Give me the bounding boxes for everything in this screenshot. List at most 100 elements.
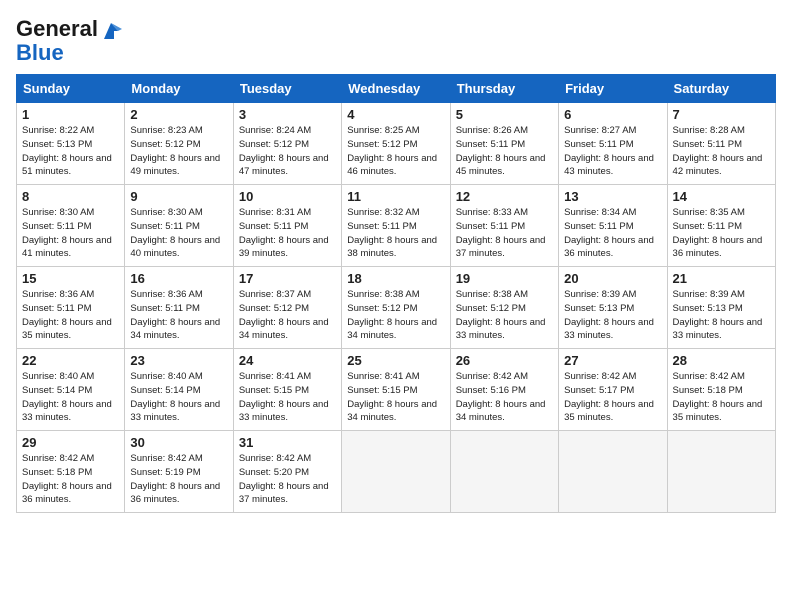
day-number: 12 (456, 189, 553, 204)
day-number: 17 (239, 271, 336, 286)
cell-info: Sunrise: 8:36 AMSunset: 5:11 PMDaylight:… (130, 288, 227, 343)
day-number: 19 (456, 271, 553, 286)
cell-info: Sunrise: 8:22 AMSunset: 5:13 PMDaylight:… (22, 124, 119, 179)
calendar-cell: 29 Sunrise: 8:42 AMSunset: 5:18 PMDayligh… (17, 431, 125, 513)
calendar-cell: 25 Sunrise: 8:41 AMSunset: 5:15 PMDayligh… (342, 349, 450, 431)
cell-info: Sunrise: 8:27 AMSunset: 5:11 PMDaylight:… (564, 124, 661, 179)
calendar-cell: 26 Sunrise: 8:42 AMSunset: 5:16 PMDayligh… (450, 349, 558, 431)
day-header-thursday: Thursday (450, 75, 558, 103)
calendar-cell: 20 Sunrise: 8:39 AMSunset: 5:13 PMDayligh… (559, 267, 667, 349)
cell-info: Sunrise: 8:31 AMSunset: 5:11 PMDaylight:… (239, 206, 336, 261)
day-number: 31 (239, 435, 336, 450)
cell-info: Sunrise: 8:24 AMSunset: 5:12 PMDaylight:… (239, 124, 336, 179)
calendar-cell (450, 431, 558, 513)
cell-info: Sunrise: 8:42 AMSunset: 5:20 PMDaylight:… (239, 452, 336, 507)
cell-info: Sunrise: 8:38 AMSunset: 5:12 PMDaylight:… (456, 288, 553, 343)
cell-info: Sunrise: 8:38 AMSunset: 5:12 PMDaylight:… (347, 288, 444, 343)
day-number: 13 (564, 189, 661, 204)
calendar-cell: 11 Sunrise: 8:32 AMSunset: 5:11 PMDayligh… (342, 185, 450, 267)
calendar-cell: 27 Sunrise: 8:42 AMSunset: 5:17 PMDayligh… (559, 349, 667, 431)
week-row-4: 22 Sunrise: 8:40 AMSunset: 5:14 PMDayligh… (17, 349, 776, 431)
cell-info: Sunrise: 8:39 AMSunset: 5:13 PMDaylight:… (673, 288, 770, 343)
cell-info: Sunrise: 8:30 AMSunset: 5:11 PMDaylight:… (22, 206, 119, 261)
calendar-cell: 4Sunrise: 8:25 AMSunset: 5:12 PMDaylight… (342, 103, 450, 185)
cell-info: Sunrise: 8:42 AMSunset: 5:16 PMDaylight:… (456, 370, 553, 425)
cell-info: Sunrise: 8:34 AMSunset: 5:11 PMDaylight:… (564, 206, 661, 261)
calendar-cell: 10 Sunrise: 8:31 AMSunset: 5:11 PMDayligh… (233, 185, 341, 267)
cell-info: Sunrise: 8:36 AMSunset: 5:11 PMDaylight:… (22, 288, 119, 343)
calendar-cell: 8 Sunrise: 8:30 AMSunset: 5:11 PMDaylight… (17, 185, 125, 267)
calendar-cell: 5 Sunrise: 8:26 AMSunset: 5:11 PMDaylight… (450, 103, 558, 185)
day-number: 5 (456, 107, 553, 122)
cell-info: Sunrise: 8:35 AMSunset: 5:11 PMDaylight:… (673, 206, 770, 261)
day-number: 28 (673, 353, 770, 368)
day-header-monday: Monday (125, 75, 233, 103)
cell-info: Sunrise: 8:41 AMSunset: 5:15 PMDaylight:… (347, 370, 444, 425)
cell-info: Sunrise: 8:42 AMSunset: 5:18 PMDaylight:… (673, 370, 770, 425)
day-number: 16 (130, 271, 227, 286)
calendar-cell: 1 Sunrise: 8:22 AMSunset: 5:13 PMDaylight… (17, 103, 125, 185)
day-number: 29 (22, 435, 119, 450)
day-number: 24 (239, 353, 336, 368)
day-number: 14 (673, 189, 770, 204)
logo-general: General (16, 16, 98, 42)
calendar-cell: 12 Sunrise: 8:33 AMSunset: 5:11 PMDayligh… (450, 185, 558, 267)
week-row-5: 29 Sunrise: 8:42 AMSunset: 5:18 PMDayligh… (17, 431, 776, 513)
logo: General Blue (16, 16, 122, 66)
day-header-sunday: Sunday (17, 75, 125, 103)
day-number: 7 (673, 107, 770, 122)
day-number: 1 (22, 107, 119, 122)
cell-info: Sunrise: 8:42 AMSunset: 5:19 PMDaylight:… (130, 452, 227, 507)
cell-info: Sunrise: 8:42 AMSunset: 5:18 PMDaylight:… (22, 452, 119, 507)
calendar-cell (342, 431, 450, 513)
calendar-cell: 24Sunrise: 8:41 AMSunset: 5:15 PMDayligh… (233, 349, 341, 431)
logo-blue: Blue (16, 40, 64, 65)
cell-info: Sunrise: 8:23 AMSunset: 5:12 PMDaylight:… (130, 124, 227, 179)
cell-info: Sunrise: 8:40 AMSunset: 5:14 PMDaylight:… (130, 370, 227, 425)
calendar-cell: 14 Sunrise: 8:35 AMSunset: 5:11 PMDayligh… (667, 185, 775, 267)
week-row-3: 15 Sunrise: 8:36 AMSunset: 5:11 PMDayligh… (17, 267, 776, 349)
day-number: 3 (239, 107, 336, 122)
calendar-cell: 18 Sunrise: 8:38 AMSunset: 5:12 PMDayligh… (342, 267, 450, 349)
calendar-cell: 19 Sunrise: 8:38 AMSunset: 5:12 PMDayligh… (450, 267, 558, 349)
calendar-cell: 30 Sunrise: 8:42 AMSunset: 5:19 PMDayligh… (125, 431, 233, 513)
day-header-friday: Friday (559, 75, 667, 103)
cell-info: Sunrise: 8:30 AMSunset: 5:11 PMDaylight:… (130, 206, 227, 261)
calendar-cell: 13 Sunrise: 8:34 AMSunset: 5:11 PMDayligh… (559, 185, 667, 267)
day-number: 8 (22, 189, 119, 204)
calendar-cell: 23 Sunrise: 8:40 AMSunset: 5:14 PMDayligh… (125, 349, 233, 431)
calendar-cell: 2 Sunrise: 8:23 AMSunset: 5:12 PMDaylight… (125, 103, 233, 185)
calendar-cell: 6 Sunrise: 8:27 AMSunset: 5:11 PMDaylight… (559, 103, 667, 185)
cell-info: Sunrise: 8:39 AMSunset: 5:13 PMDaylight:… (564, 288, 661, 343)
day-number: 27 (564, 353, 661, 368)
calendar-cell: 22Sunrise: 8:40 AMSunset: 5:14 PMDayligh… (17, 349, 125, 431)
day-number: 26 (456, 353, 553, 368)
day-number: 25 (347, 353, 444, 368)
day-number: 2 (130, 107, 227, 122)
day-number: 18 (347, 271, 444, 286)
day-header-tuesday: Tuesday (233, 75, 341, 103)
day-number: 22 (22, 353, 119, 368)
cell-info: Sunrise: 8:33 AMSunset: 5:11 PMDaylight:… (456, 206, 553, 261)
cell-info: Sunrise: 8:26 AMSunset: 5:11 PMDaylight:… (456, 124, 553, 179)
cell-info: Sunrise: 8:42 AMSunset: 5:17 PMDaylight:… (564, 370, 661, 425)
week-row-1: 1 Sunrise: 8:22 AMSunset: 5:13 PMDaylight… (17, 103, 776, 185)
cell-info: Sunrise: 8:32 AMSunset: 5:11 PMDaylight:… (347, 206, 444, 261)
calendar-cell: 31 Sunrise: 8:42 AMSunset: 5:20 PMDayligh… (233, 431, 341, 513)
logo-bird-icon (100, 21, 122, 39)
calendar-cell: 15 Sunrise: 8:36 AMSunset: 5:11 PMDayligh… (17, 267, 125, 349)
day-number: 10 (239, 189, 336, 204)
calendar-cell: 16 Sunrise: 8:36 AMSunset: 5:11 PMDayligh… (125, 267, 233, 349)
calendar-cell: 21Sunrise: 8:39 AMSunset: 5:13 PMDayligh… (667, 267, 775, 349)
day-number: 23 (130, 353, 227, 368)
day-number: 20 (564, 271, 661, 286)
cell-info: Sunrise: 8:28 AMSunset: 5:11 PMDaylight:… (673, 124, 770, 179)
calendar-cell: 7 Sunrise: 8:28 AMSunset: 5:11 PMDaylight… (667, 103, 775, 185)
day-number: 6 (564, 107, 661, 122)
day-number: 15 (22, 271, 119, 286)
calendar-cell: 3 Sunrise: 8:24 AMSunset: 5:12 PMDaylight… (233, 103, 341, 185)
day-number: 30 (130, 435, 227, 450)
day-number: 11 (347, 189, 444, 204)
page-header: General Blue (16, 16, 776, 66)
day-number: 9 (130, 189, 227, 204)
